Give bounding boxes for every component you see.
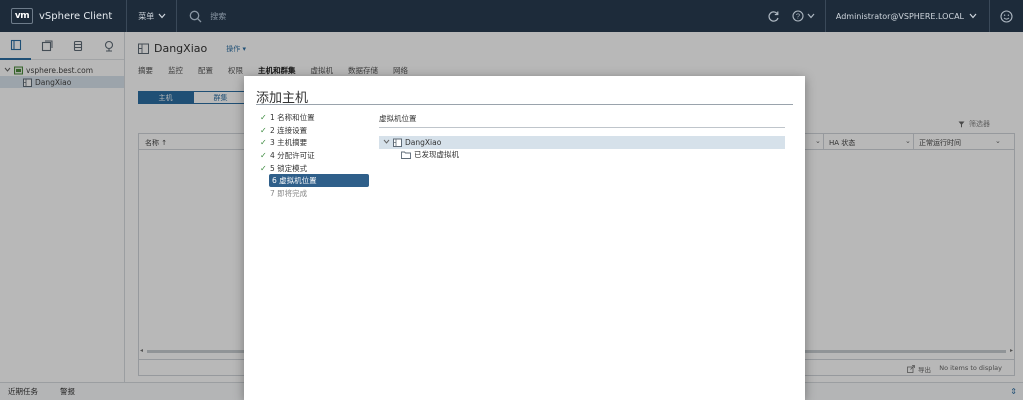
wizard-step[interactable]: ✓ 5 锁定模式 [260, 162, 369, 175]
title-divider [256, 104, 793, 105]
step-label: 6 虚拟机位置 [272, 176, 317, 186]
user-menu[interactable]: Administrator@VSPHERE.LOCAL [836, 12, 977, 21]
wizard-step[interactable]: 7 即将完成 [270, 187, 369, 200]
step-label: 3 主机摘要 [270, 138, 308, 148]
step-label: 4 分配许可证 [270, 150, 315, 160]
search-input[interactable]: 搜索 [210, 11, 226, 22]
step-label: 5 锁定模式 [270, 163, 308, 173]
global-search[interactable]: 搜索 [189, 10, 226, 23]
chevron-down-icon [383, 139, 390, 145]
location-tree: DangXiao 已发现虚拟机 [379, 136, 785, 161]
header-divider [989, 0, 990, 32]
vm-location-panel: 虚拟机位置 DangXiao 已发现虚拟机 [379, 113, 785, 161]
help-menu[interactable]: ? [792, 10, 815, 22]
vmware-logo: vm [11, 8, 33, 24]
step-label: 7 即将完成 [270, 188, 308, 198]
checkmark-icon: ✓ [260, 125, 267, 135]
step-label: 2 连接设置 [270, 125, 308, 135]
header-divider [824, 0, 826, 32]
checkmark-icon: ✓ [260, 163, 267, 173]
svg-text:?: ? [796, 12, 800, 21]
header-divider [176, 0, 178, 32]
checkmark-icon: ✓ [260, 150, 267, 160]
header-divider [126, 0, 128, 32]
folder-icon [401, 151, 411, 159]
smiley-feedback-icon[interactable] [1000, 9, 1013, 23]
wizard-steps: ✓ 1 名称和位置 ✓ 2 连接设置 ✓ 3 主机摘要 ✓ 4 分配许可证 ✓ 5 锁定模… [260, 111, 369, 200]
location-tree-item-datacenter[interactable]: DangXiao [379, 136, 785, 149]
chevron-down-icon [158, 13, 166, 19]
wizard-step[interactable]: ✓ 4 分配许可证 [260, 149, 369, 162]
help-icon: ? [792, 10, 804, 22]
search-icon [189, 10, 202, 22]
wizard-step[interactable]: ✓ 3 主机摘要 [260, 136, 369, 149]
app-title: vSphere Client [39, 10, 113, 22]
tree-item-label: DangXiao [405, 137, 442, 147]
datacenter-icon [393, 138, 402, 147]
checkmark-icon: ✓ [260, 138, 267, 148]
menu-label: 菜单 [138, 11, 155, 21]
wizard-step[interactable]: ✓ 1 名称和位置 [260, 111, 369, 124]
panel-title: 虚拟机位置 [379, 113, 785, 128]
step-label: 1 名称和位置 [270, 112, 315, 122]
top-header: vm vSphere Client 菜单 搜索 ? Administrator@… [0, 0, 1023, 32]
checkmark-icon: ✓ [260, 112, 267, 122]
location-tree-item-folder[interactable]: 已发现虚拟机 [379, 149, 785, 162]
menu-button[interactable]: 菜单 [138, 11, 166, 22]
refresh-icon[interactable] [767, 10, 780, 23]
wizard-step-current[interactable]: 6 虚拟机位置 [269, 174, 369, 188]
add-host-wizard: 添加主机 ✓ 1 名称和位置 ✓ 2 连接设置 ✓ 3 主机摘要 ✓ 4 分配许可证 ✓… [244, 76, 805, 400]
chevron-down-icon [969, 13, 977, 19]
chevron-down-icon [807, 13, 815, 19]
wizard-step[interactable]: ✓ 2 连接设置 [260, 124, 369, 137]
user-name: Administrator@VSPHERE.LOCAL [835, 11, 964, 21]
tree-item-label: 已发现虚拟机 [414, 150, 459, 160]
